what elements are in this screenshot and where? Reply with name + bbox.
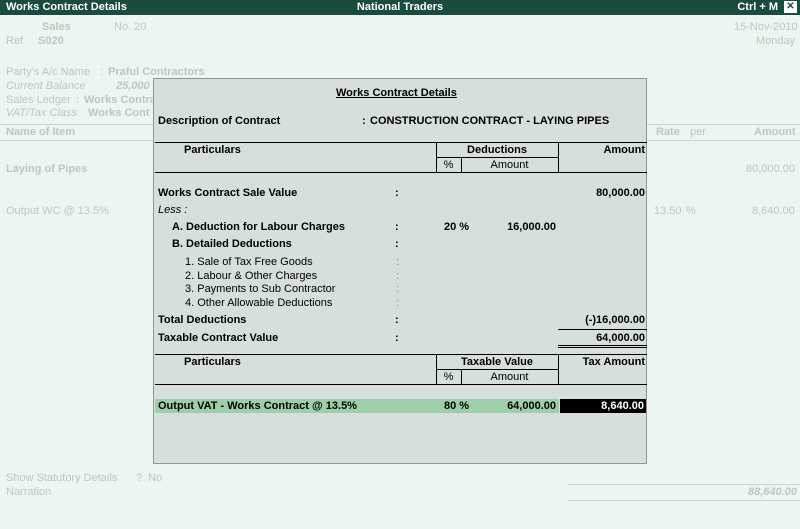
item-amount: 80,000.00: [746, 163, 795, 175]
vat-class-label: VAT/Tax Class: [6, 107, 77, 119]
tax-ledger-name: Output WC @ 13.5%: [6, 205, 109, 217]
statutory-value: No: [148, 472, 163, 484]
table2-col-taxable-value: Taxable Value: [461, 356, 533, 368]
sales-ledger-value: Works Contra: [84, 94, 156, 106]
table1-col-percent: %: [443, 159, 454, 171]
vat-class-value: Works Cont: [88, 107, 150, 119]
total-deductions-amount: (-)16,000.00: [585, 314, 645, 326]
narration-label: Narration: [6, 486, 52, 498]
detailed-deductions-label: B. Detailed Deductions: [172, 238, 292, 250]
sub-deduction-sub-contractor[interactable]: 3. Payments to Sub Contractor: [185, 283, 335, 295]
table2-col-percent: %: [443, 371, 454, 383]
table2-col-taxable-amount: Amount: [490, 371, 529, 383]
voucher-total: 88,640.00: [748, 486, 797, 498]
balance-label: Current Balance: [6, 80, 86, 92]
col-amount: Amount: [754, 126, 796, 138]
table2-col-tax-amount: Tax Amount: [582, 356, 645, 368]
balance-value: 25,000: [116, 80, 150, 92]
ref-label: Ref: [6, 35, 24, 47]
modal-title: Works Contract Details: [336, 87, 457, 99]
vat-tax-amount[interactable]: 8,640.00: [560, 400, 644, 412]
title-bar: Works Contract Details National Traders …: [0, 0, 800, 15]
item-name: Laying of Pipes: [6, 163, 88, 175]
tax-amount: 8,640.00: [752, 205, 795, 217]
table2-col-particulars: Particulars: [184, 356, 241, 368]
voucher-date: 15-Nov-2010: [734, 21, 798, 33]
tax-rate: 13.50: [654, 205, 682, 217]
voucher-type: Sales: [42, 21, 71, 33]
voucher-no: No. 20: [114, 21, 147, 33]
voucher-day: Monday: [756, 35, 796, 47]
close-icon[interactable]: ✕: [784, 1, 797, 13]
table1-col-particulars: Particulars: [184, 144, 241, 156]
total-deductions-label: Total Deductions: [158, 314, 247, 326]
col-name-of-item: Name of Item: [6, 126, 76, 138]
party-label: Party's A/c Name: [6, 66, 91, 78]
sales-ledger-label: Sales Ledger: [6, 94, 71, 106]
table1-col-amount: Amount: [603, 144, 645, 156]
table1-col-deductions: Deductions: [467, 144, 527, 156]
sub-deduction-labour-other[interactable]: 2. Labour & Other Charges: [185, 270, 317, 282]
sub-deduction-tax-free[interactable]: 1. Sale of Tax Free Goods: [185, 256, 313, 268]
sub-deduction-other[interactable]: 4. Other Allowable Deductions: [185, 297, 332, 309]
shortcut-hint: Ctrl + M: [737, 1, 778, 13]
tax-rate-percent: %: [686, 205, 696, 217]
labour-deduction-amount: 16,000.00: [507, 221, 556, 233]
ref-value: S020: [38, 35, 64, 47]
vat-ledger-label: Output VAT - Works Contract @ 13.5%: [158, 400, 357, 412]
col-rate: Rate: [656, 126, 680, 138]
col-per: per: [690, 126, 706, 138]
taxable-value-label: Taxable Contract Value: [158, 332, 279, 344]
sale-value-label: Works Contract Sale Value: [158, 187, 298, 199]
sale-value-amount[interactable]: 80,000.00: [558, 187, 645, 199]
less-label: Less :: [158, 204, 188, 216]
vat-taxable-amount: 64,000.00: [507, 400, 556, 412]
description-value[interactable]: CONSTRUCTION CONTRACT - LAYING PIPES: [370, 115, 609, 127]
company-name: National Traders: [356, 1, 444, 13]
taxable-value-amount: 64,000.00: [596, 332, 645, 344]
works-contract-modal: Works Contract Details Description of Co…: [153, 78, 647, 464]
labour-deduction-label: A. Deduction for Labour Charges: [172, 221, 345, 233]
statutory-label: Show Statutory Details: [6, 472, 118, 484]
description-label: Description of Contract: [158, 115, 281, 127]
table1-col-deduction-amount: Amount: [490, 159, 529, 171]
party-value: Praful Contractors: [108, 66, 205, 78]
